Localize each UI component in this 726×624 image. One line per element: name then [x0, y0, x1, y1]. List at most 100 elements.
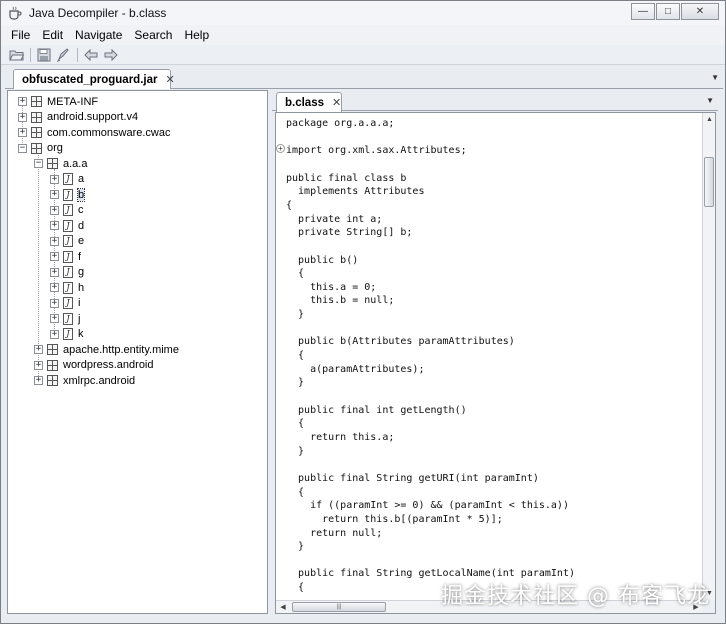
package-icon [31, 111, 42, 123]
maximize-button[interactable]: □ [656, 3, 680, 20]
tree-node-c[interactable]: + Jc [50, 203, 84, 218]
tree-node-a-a-a[interactable]: − a.a.a [34, 156, 87, 171]
rocket-icon[interactable] [54, 46, 74, 64]
tree-node-xmlrpc-android[interactable]: + xmlrpc.android [34, 373, 135, 388]
menu-search[interactable]: Search [128, 28, 178, 42]
code-line: } [286, 445, 305, 457]
tree-node-org[interactable]: − org [18, 141, 63, 156]
code-editor[interactable]: { public final String getLocalName(int p… [275, 112, 716, 614]
window-controls: — □ ✕ [630, 3, 719, 20]
tree-node-d[interactable]: + Jd [50, 218, 84, 233]
tree-node-label: j [78, 312, 81, 325]
tree-node-com-commonsware-cwac[interactable]: + com.commonsware.cwac [18, 125, 170, 140]
vertical-scroll-thumb[interactable] [704, 157, 714, 207]
tree-node-h[interactable]: + Jh [50, 280, 84, 295]
scroll-up-icon[interactable]: ▲ [703, 113, 715, 127]
expand-icon[interactable]: + [50, 329, 59, 339]
tree-node-label: i [78, 297, 81, 309]
tree-node-label: META-INF [47, 95, 99, 108]
java-class-icon: J [63, 297, 73, 309]
java-class-icon: J [63, 281, 73, 294]
code-line: return null; [286, 527, 383, 539]
expand-icon[interactable]: + [50, 267, 59, 277]
package-icon [31, 127, 42, 138]
tree-node-label: apache.http.entity.mime [63, 343, 179, 356]
chevron-down-icon[interactable]: ▼ [711, 73, 719, 82]
tree-node-e[interactable]: + Je [50, 234, 84, 249]
tree-node-label: com.commonsware.cwac [47, 126, 171, 139]
expand-icon[interactable]: + [50, 283, 59, 292]
minimize-button[interactable]: — [631, 3, 655, 20]
menu-help[interactable]: Help [178, 28, 215, 42]
close-window-button[interactable]: ✕ [681, 3, 719, 20]
back-arrow-icon[interactable] [81, 46, 101, 64]
scroll-left-icon[interactable]: ◀ [276, 601, 290, 613]
open-folder-icon[interactable] [7, 46, 27, 64]
tab-obfuscated-jar[interactable]: obfuscated_proguard.jar ✕ [13, 69, 175, 89]
expand-icon[interactable]: + [50, 174, 59, 184]
tree-node-k[interactable]: + Jk [50, 327, 84, 342]
tree-node-label: c [78, 204, 84, 216]
tree-node-meta-inf[interactable]: + META-INF [18, 94, 98, 109]
package-icon [47, 375, 58, 386]
horizontal-scroll-thumb[interactable]: ||| [292, 602, 386, 612]
chevron-down-icon[interactable]: ▼ [706, 96, 714, 105]
code-line: { [286, 486, 305, 498]
toolbar [1, 45, 725, 65]
collapse-icon[interactable]: − [34, 159, 43, 168]
close-icon[interactable]: ✕ [332, 96, 341, 109]
code-line: { [286, 268, 305, 280]
menu-bar: File Edit Navigate Search Help [1, 25, 725, 45]
java-class-icon: J [63, 250, 73, 263]
close-icon[interactable]: ✕ [165, 73, 174, 86]
code-line: { [286, 350, 305, 362]
expand-icon[interactable]: + [18, 112, 27, 122]
expand-icon[interactable]: + [50, 190, 59, 199]
menu-navigate[interactable]: Navigate [69, 28, 128, 42]
package-icon [47, 344, 58, 355]
tree-node-j[interactable]: + Jj [50, 311, 80, 326]
package-icon [31, 96, 42, 107]
expand-icon[interactable]: + [50, 221, 59, 230]
coffee-cup-icon [7, 5, 23, 21]
save-icon[interactable] [34, 46, 54, 64]
vertical-scrollbar[interactable]: ▲ ▼ [702, 113, 715, 601]
code-line: } [286, 309, 305, 321]
title-bar: Java Decompiler - b.class — □ ✕ [1, 1, 725, 25]
tree-node-android-support-v4[interactable]: + android.support.v4 [18, 110, 138, 125]
expand-icon[interactable]: + [34, 360, 43, 370]
watermark: 掘金技术社区 @ 布客飞龙 [441, 584, 710, 609]
tab-b-class[interactable]: b.class ✕ [276, 92, 342, 112]
tree-node-i[interactable]: + Ji [50, 296, 80, 311]
java-class-icon: J [63, 328, 73, 340]
java-class-icon: J [63, 312, 73, 325]
expand-icon[interactable]: + [34, 345, 43, 354]
expand-icon[interactable]: + [18, 128, 27, 137]
expand-icon[interactable]: + [50, 298, 59, 308]
package-tree[interactable]: + META-INF + android.support.v4 + com.commons… [7, 90, 268, 614]
tree-node-label: a [78, 173, 85, 185]
java-class-icon: J [63, 219, 73, 232]
menu-edit[interactable]: Edit [36, 28, 69, 42]
menu-file[interactable]: File [5, 28, 36, 42]
code-line: { [286, 582, 305, 594]
tree-node-b[interactable]: + Jb [50, 187, 86, 202]
tree-node-a[interactable]: + Ja [50, 172, 84, 187]
expand-icon[interactable]: + [50, 314, 59, 323]
tree-node-wordpress-android[interactable]: + wordpress.android [34, 358, 154, 373]
code-line: public final int getLength() [286, 404, 467, 416]
expand-icon[interactable]: + [18, 97, 27, 106]
tree-node-f[interactable]: + Jf [50, 249, 81, 264]
expand-icon[interactable]: + [50, 236, 59, 246]
expand-icon[interactable]: + [34, 376, 43, 385]
tree-node-apache-http-entity-mime[interactable]: + apache.http.entity.mime [34, 342, 179, 357]
collapse-icon[interactable]: − [18, 143, 27, 153]
tree-node-g[interactable]: + Jg [50, 265, 84, 280]
import-fold-marker[interactable]: + [276, 144, 285, 153]
expand-icon[interactable]: + [50, 205, 59, 215]
tree-node-label: f [78, 250, 82, 263]
toolbar-separator [77, 47, 78, 62]
expand-icon[interactable]: + [50, 252, 59, 261]
forward-arrow-icon[interactable] [101, 46, 121, 64]
code-line: return this.b[(paramInt * 5)]; [286, 513, 503, 525]
